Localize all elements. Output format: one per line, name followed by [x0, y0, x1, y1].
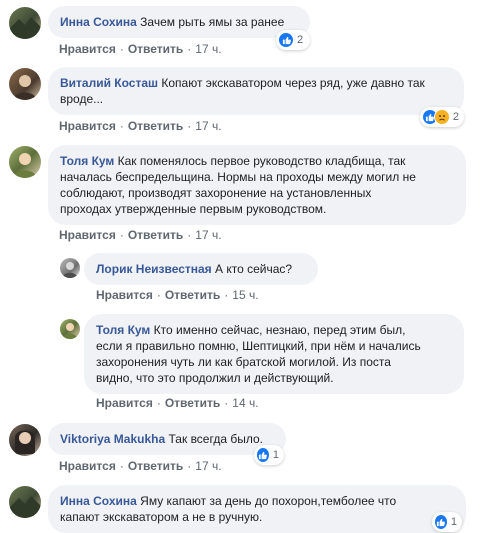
reply-link[interactable]: Ответить [128, 119, 183, 133]
comment-text-line3: соблюдают, производят захоронение на уст… [60, 186, 372, 200]
reaction-count: 1 [272, 449, 279, 461]
comment-actions: Нравится · Ответить · 14 ч. [96, 396, 259, 410]
comment-author[interactable]: Толя Кум [60, 154, 114, 168]
comment-bubble: Толя Кум Как поменялось первое руководст… [48, 145, 466, 225]
comment-author[interactable]: Инна Сохина [60, 15, 137, 29]
timestamp[interactable]: 17 ч. [195, 228, 221, 242]
comment-author[interactable]: Инна Сохина [60, 494, 137, 508]
comment-text: Как поменялось первое руководство кладби… [117, 154, 406, 168]
avatar[interactable] [9, 68, 41, 100]
timestamp[interactable]: 17 ч. [195, 459, 221, 473]
comment-text-line2: если я правильно помню, Шептицкий, при н… [96, 339, 421, 353]
avatar[interactable] [60, 319, 80, 339]
comment-text-line3: захоронения чуть ли как братской могилой… [96, 355, 391, 369]
sad-reaction-icon [433, 109, 450, 125]
timestamp[interactable]: 17 ч. [195, 42, 221, 56]
comment-text-line2: вроде... [60, 92, 104, 106]
avatar[interactable] [9, 486, 41, 518]
comment-text: Кто именно сейчас, незнаю, перед этим бы… [153, 323, 406, 337]
reply-link[interactable]: Ответить [165, 396, 220, 410]
like-reaction-icon [434, 514, 448, 530]
comment-text: Так всегда было. [168, 432, 263, 446]
comment-author[interactable]: Толя Кум [96, 323, 150, 337]
avatar[interactable] [60, 258, 80, 278]
like-reaction-icon [256, 447, 270, 463]
like-link[interactable]: Нравится [96, 288, 153, 302]
reactions-summary[interactable]: 2 [276, 30, 310, 50]
comment-text: Зачем рыть ямы за ранее [140, 15, 285, 29]
comment-text-line2: капают экскаватором а не в ручную. [60, 510, 263, 524]
comment-actions: Нравится · Ответить · 17 ч. [59, 459, 222, 473]
reactions-summary[interactable]: 1 [254, 445, 284, 465]
timestamp[interactable]: 15 ч. [232, 288, 258, 302]
comment-actions: Нравится · Ответить · 17 ч. [59, 42, 222, 56]
reactions-summary[interactable]: 2 [420, 107, 464, 127]
comment-text: Копают экскаватором через ряд, уже давно… [161, 76, 425, 90]
avatar[interactable] [9, 7, 41, 39]
reply-link[interactable]: Ответить [128, 228, 183, 242]
comment-bubble: Лорик Неизвестная А кто сейчас? [84, 253, 318, 285]
like-link[interactable]: Нравится [96, 396, 153, 410]
reply-link[interactable]: Ответить [165, 288, 220, 302]
reactions-summary[interactable]: 1 [432, 512, 462, 532]
avatar[interactable] [9, 424, 41, 456]
comment-text-line4: видно, что это продолжил и действующий. [96, 371, 334, 385]
comment-text: Яму капают за день до похорон,темболее ч… [140, 494, 397, 508]
like-link[interactable]: Нравится [59, 119, 116, 133]
timestamp[interactable]: 14 ч. [232, 396, 258, 410]
comment-actions: Нравится · Ответить · 17 ч. [59, 228, 222, 242]
comment-author[interactable]: Лорик Неизвестная [96, 262, 212, 276]
reaction-count: 2 [452, 111, 459, 123]
like-link[interactable]: Нравится [59, 42, 116, 56]
comment-text-line4: проходах утвержденные первым руководство… [60, 202, 327, 216]
like-link[interactable]: Нравится [59, 228, 116, 242]
avatar[interactable] [9, 146, 41, 178]
timestamp[interactable]: 17 ч. [195, 119, 221, 133]
comment-bubble: Толя Кум Кто именно сейчас, незнаю, пере… [84, 314, 464, 394]
reply-link[interactable]: Ответить [128, 42, 183, 56]
comment-bubble: Инна Сохина Зачем рыть ямы за ранее [48, 6, 310, 38]
comment-text-line2: началась беспредельщина. Нормы на проход… [60, 170, 416, 184]
comment-actions: Нравится · Ответить · 17 ч. [59, 119, 222, 133]
like-link[interactable]: Нравится [59, 459, 116, 473]
comment-author[interactable]: Виталий Косташ [60, 76, 158, 90]
reaction-count: 1 [450, 516, 457, 528]
like-reaction-icon [278, 32, 294, 48]
comment-text: А кто сейчас? [215, 262, 293, 276]
comment-author[interactable]: Viktoriya Makukha [60, 432, 165, 446]
comment-actions: Нравится · Ответить · 15 ч. [96, 288, 259, 302]
reply-link[interactable]: Ответить [128, 459, 183, 473]
reaction-count: 2 [297, 34, 304, 46]
comment-bubble: Виталий Косташ Копают экскаватором через… [48, 67, 464, 115]
comment-bubble: Viktoriya Makukha Так всегда было. [48, 423, 286, 455]
